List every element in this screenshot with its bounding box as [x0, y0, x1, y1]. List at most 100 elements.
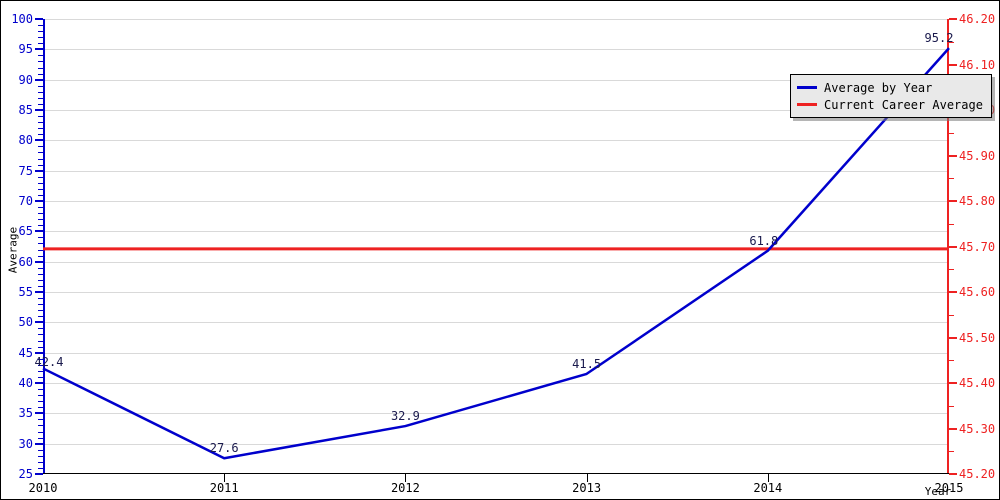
y-tick-minor	[38, 43, 43, 45]
y2-tick-major	[949, 336, 957, 339]
gridline	[43, 201, 949, 202]
y-tick-label: 90	[18, 72, 33, 87]
y-tick-minor	[38, 237, 43, 239]
y2-tick-label: 45.70	[959, 239, 996, 254]
y-tick-minor	[38, 182, 43, 184]
y-tick-minor	[38, 134, 43, 136]
y-tick-label: 25	[18, 467, 33, 481]
gridline	[43, 231, 949, 233]
y-tick-major	[35, 18, 43, 20]
y-tick-minor	[38, 273, 43, 275]
y-tick-label: 95	[18, 42, 33, 57]
gridline	[43, 322, 949, 324]
gridline	[43, 49, 949, 51]
y2-tick-label: 46.20	[959, 12, 996, 26]
y-tick-minor	[38, 25, 43, 27]
y-tick-minor	[38, 370, 43, 372]
y-tick-label: 70	[18, 194, 33, 208]
y-tick-major	[35, 78, 43, 81]
y-tick-major	[35, 109, 43, 111]
gridline	[43, 261, 949, 263]
y-axis-title: Average	[6, 226, 20, 274]
y2-tick-label: 45.20	[959, 467, 996, 481]
chart-legend: Average by Year Current Career Average	[790, 74, 992, 118]
y2-tick-major	[949, 291, 957, 293]
y-tick-minor	[38, 31, 43, 33]
y-tick-major	[35, 291, 43, 293]
y2-tick-minor	[949, 132, 954, 134]
y-tick-major	[35, 230, 43, 233]
y-tick-minor	[38, 467, 43, 469]
y2-tick-major	[949, 18, 957, 20]
y-tick-minor	[38, 419, 43, 421]
y-tick-minor	[38, 425, 43, 427]
y-tick-minor	[38, 103, 43, 105]
legend-item-current-career-average: Current Career Average	[797, 96, 983, 113]
y2-tick-major	[949, 154, 957, 157]
y2-tick-label: 45.30	[959, 421, 996, 436]
y2-tick-label: 45.50	[959, 330, 996, 345]
x-axis-title: Year	[1, 485, 999, 498]
y-tick-minor	[38, 225, 43, 227]
y-tick-minor	[38, 328, 43, 330]
x-axis-title-text: Year	[924, 485, 952, 498]
y-tick-major	[35, 382, 43, 384]
y-tick-label: 40	[18, 376, 33, 390]
gridline	[43, 352, 949, 354]
y-tick-minor	[38, 85, 43, 87]
data-point-label: 32.9	[390, 409, 420, 424]
y2-tick-major	[949, 200, 957, 202]
legend-swatch-average-by-year	[797, 86, 817, 89]
y-tick-minor	[38, 455, 43, 457]
y2-tick-label: 45.40	[959, 376, 996, 390]
y2-tick-minor	[949, 360, 954, 362]
y-tick-minor	[38, 334, 43, 336]
legend-swatch-current-career-average	[797, 103, 817, 106]
gridline	[43, 443, 949, 445]
gridline	[43, 19, 949, 20]
y-tick-minor	[38, 316, 43, 318]
y-tick-minor	[38, 461, 43, 463]
y2-tick-minor	[949, 223, 954, 225]
y-tick-major	[35, 200, 43, 202]
y-tick-minor	[38, 401, 43, 403]
y-tick-minor	[38, 285, 43, 287]
y-tick-label: 35	[18, 406, 33, 421]
y-tick-minor	[38, 55, 43, 57]
data-point-label: 41.5	[572, 356, 602, 371]
y-tick-label: 45	[18, 345, 33, 360]
y-tick-major	[35, 48, 43, 51]
y-tick-minor	[38, 279, 43, 281]
y-tick-minor	[38, 346, 43, 348]
y2-tick-label: 46.10	[959, 57, 996, 72]
y-tick-minor	[38, 213, 43, 215]
y-tick-minor	[38, 255, 43, 257]
y-tick-minor	[38, 243, 43, 245]
gridline	[43, 292, 949, 293]
y-tick-label: 50	[18, 315, 33, 330]
y2-tick-major	[949, 63, 957, 66]
y-tick-major	[35, 321, 43, 324]
y2-tick-minor	[949, 178, 954, 180]
y-axis-left-line	[43, 19, 45, 474]
y-tick-minor	[38, 91, 43, 93]
y-tick-minor	[38, 116, 43, 118]
legend-label-average-by-year: Average by Year	[824, 80, 933, 95]
y-tick-major	[35, 260, 43, 263]
gridline	[43, 140, 949, 142]
y2-tick-minor	[949, 314, 954, 316]
y-tick-minor	[38, 164, 43, 166]
y-tick-minor	[38, 449, 43, 451]
data-point-label: 95.2	[924, 31, 954, 46]
y-tick-minor	[38, 207, 43, 209]
x-axis-line	[43, 473, 949, 474]
y-tick-minor	[38, 97, 43, 99]
data-point-label: 61.8	[749, 233, 779, 248]
y-tick-minor	[38, 152, 43, 154]
y-tick-minor	[38, 249, 43, 251]
y-tick-label: 80	[18, 133, 33, 148]
y2-tick-minor	[949, 405, 954, 407]
y-tick-minor	[38, 194, 43, 196]
y-tick-label: 30	[18, 436, 33, 451]
y-tick-major	[35, 473, 43, 475]
